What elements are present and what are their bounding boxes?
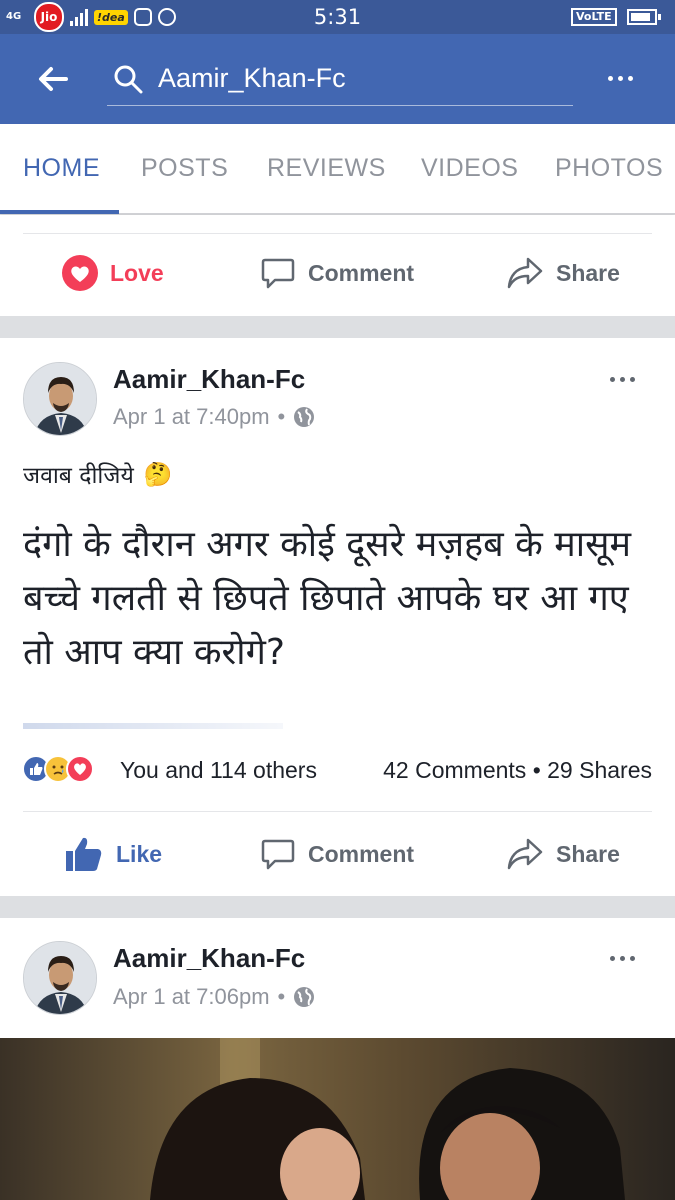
back-arrow-icon[interactable] [36,62,70,96]
app-bar: Aamir_Khan-Fc [0,34,675,124]
share-label: Share [556,840,620,867]
tab-reviews[interactable]: REVIEWS [267,154,386,183]
thumbs-up-icon [66,837,102,871]
tab-posts[interactable]: POSTS [141,154,228,183]
like-button[interactable]: Like [64,835,162,873]
tab-videos[interactable]: VIDEOS [421,154,518,183]
post-author[interactable]: Aamir_Khan-Fc [113,364,305,395]
comment-button[interactable]: Comment [260,836,414,872]
share-button[interactable]: Share [506,255,620,291]
share-icon [507,838,543,870]
love-reaction-icon [66,755,94,783]
battery-icon [627,9,661,25]
divider [23,811,652,812]
comment-button[interactable]: Comment [260,255,414,291]
love-label: Love [110,259,164,286]
profile-picture [24,942,96,1014]
avatar[interactable] [23,941,97,1015]
search-bar[interactable]: Aamir_Khan-Fc [107,54,573,106]
search-query: Aamir_Khan-Fc [158,63,346,93]
post-author[interactable]: Aamir_Khan-Fc [113,943,305,974]
comment-icon [261,839,295,870]
post-photo[interactable] [0,1038,675,1200]
post-meta: Apr 1 at 7:06pm • [113,984,315,1010]
post-card: Aamir_Khan-Fc Apr 1 at 7:40pm • जवाब दीज… [0,338,675,896]
thinking-face-icon: 🤔 [143,461,173,488]
post-meta: Apr 1 at 7:40pm • [113,404,315,430]
comment-icon [261,258,295,289]
post-body: दंगो के दौरान अगर कोई दूसरे मज़हब के मास… [23,524,631,673]
caption-text: जवाब दीजिये [23,463,134,489]
meta-separator: • [277,404,286,429]
divider [23,233,652,234]
search-icon [114,65,143,94]
active-tab-indicator [0,210,119,214]
share-label: Share [556,259,620,286]
tab-photos[interactable]: PHOTOS [555,154,663,183]
post-options-icon[interactable] [610,374,640,384]
tab-home[interactable]: HOME [23,154,100,183]
battery-fill [631,13,650,21]
reaction-icons[interactable] [22,755,94,783]
globe-icon [294,407,315,427]
love-button[interactable]: Love [62,255,164,291]
globe-icon [294,987,315,1007]
comment-share-counts[interactable]: 42 Comments • 29 Shares [383,757,652,784]
post-caption: जवाब दीजिये 🤔 [23,458,172,490]
volte-badge: VoLTE [571,8,617,26]
post-timestamp[interactable]: Apr 1 at 7:06pm [113,984,270,1010]
like-label: Like [116,840,163,867]
more-icon[interactable] [608,68,642,88]
post-timestamp[interactable]: Apr 1 at 7:40pm [113,404,270,430]
status-bar: 4G Jio !dea 5:31 VoLTE [0,0,675,34]
reactions-summary[interactable]: You and 114 others [120,757,317,784]
couple-photo [0,1038,675,1200]
share-icon [507,257,543,289]
love-reaction-icon [62,255,98,291]
comment-label: Comment [308,259,415,286]
avatar[interactable] [23,362,97,436]
truncated-link-preview [23,723,283,729]
meta-separator: • [277,984,286,1009]
page-tabs: HOME POSTS REVIEWS VIDEOS PHOTOS [0,124,675,214]
post-options-icon[interactable] [610,953,640,963]
profile-picture [24,363,96,435]
comment-label: Comment [308,840,415,867]
share-button[interactable]: Share [506,836,620,872]
previous-post-actions: Love Comment Share [0,215,675,316]
